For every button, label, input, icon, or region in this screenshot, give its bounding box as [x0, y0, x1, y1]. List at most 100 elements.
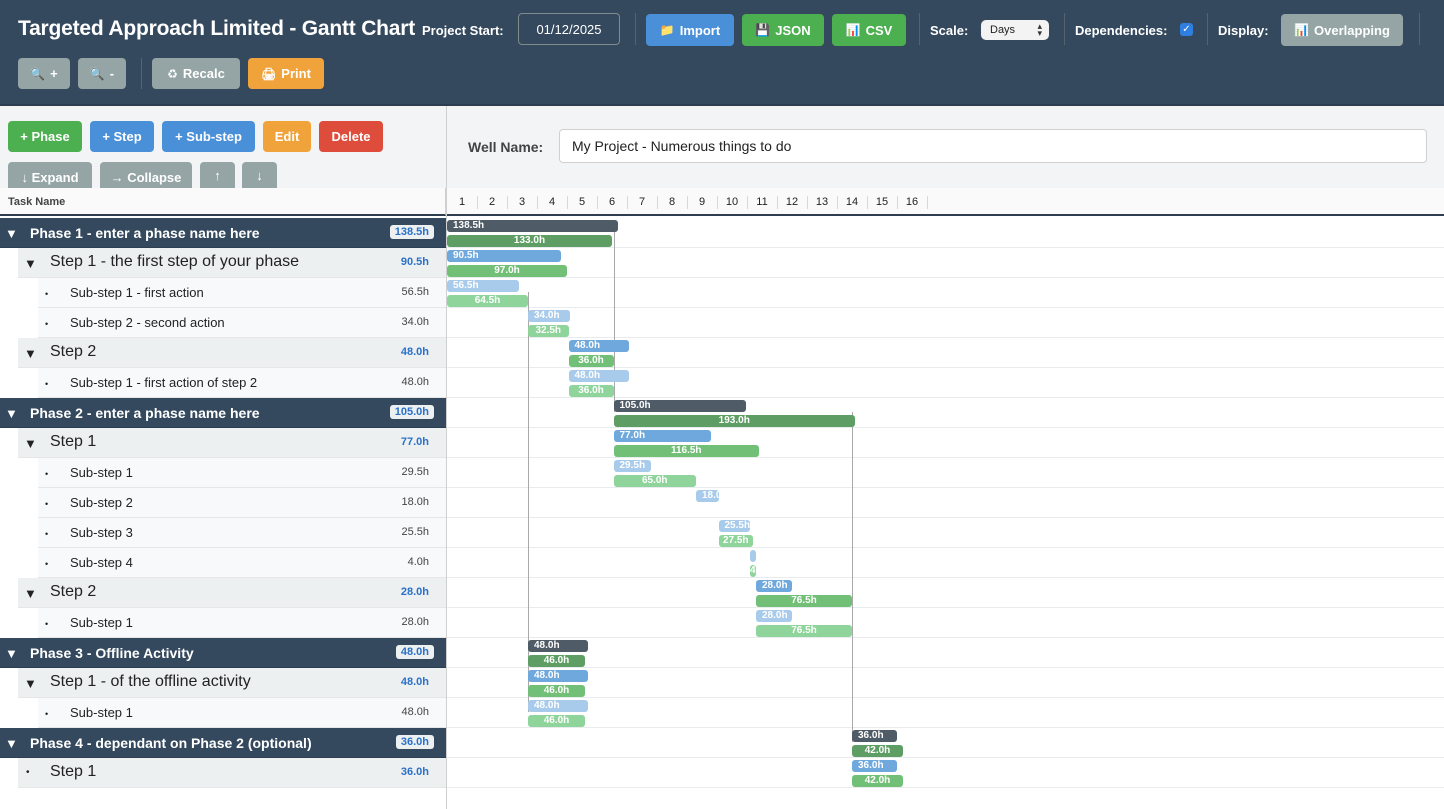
- planned-bar[interactable]: 29.5h: [613, 460, 651, 472]
- actual-bar[interactable]: 46.0h: [528, 715, 585, 727]
- actual-bar[interactable]: 36.0h: [568, 355, 614, 367]
- collapse-toggle-icon[interactable]: ▼: [5, 406, 18, 421]
- delete-button[interactable]: Delete: [319, 121, 383, 152]
- step-row[interactable]: ▼ Step 1 - of the offline activity 48.0h: [18, 668, 446, 698]
- actual-bar[interactable]: 42.0h: [852, 745, 903, 757]
- actual-bar[interactable]: 32.5h: [528, 325, 569, 337]
- actual-bar[interactable]: 193.0h: [613, 415, 855, 427]
- app-title: Targeted Approach Limited - Gantt Chart: [18, 17, 416, 40]
- step-row[interactable]: ▼ Step 2 48.0h: [18, 338, 446, 368]
- json-button[interactable]: 💾 JSON: [742, 14, 824, 46]
- actual-bar[interactable]: 133.0h: [447, 235, 612, 247]
- actual-bar[interactable]: 46.0h: [528, 685, 585, 697]
- add-step-button[interactable]: + Step: [90, 121, 154, 152]
- collapse-toggle-icon[interactable]: ▼: [24, 256, 37, 271]
- day-tick: 6: [608, 196, 616, 208]
- bullet-icon: •: [45, 319, 49, 329]
- phase-row[interactable]: ▼ Phase 1 - enter a phase name here 138.5h: [0, 218, 446, 248]
- planned-bar[interactable]: 48.0h: [528, 640, 588, 652]
- actual-bar[interactable]: 76.5h: [756, 625, 852, 637]
- planned-bar[interactable]: 77.0h: [613, 430, 711, 442]
- planned-bar[interactable]: 4.0h: [750, 550, 756, 562]
- substep-row[interactable]: • Sub-step 2 - second action 34.0h: [38, 308, 446, 338]
- recalc-button[interactable]: ♻ Recalc: [152, 58, 240, 89]
- planned-bar[interactable]: 90.5h: [447, 250, 561, 262]
- substep-row[interactable]: • Sub-step 3 25.5h: [38, 518, 446, 548]
- expand-button[interactable]: ↓ Expand: [8, 162, 92, 188]
- substep-row[interactable]: • Sub-step 4 4.0h: [38, 548, 446, 578]
- edit-button[interactable]: Edit: [263, 121, 311, 152]
- actual-bar[interactable]: 116.5h: [613, 445, 759, 457]
- csv-button[interactable]: 📊 CSV: [832, 14, 906, 46]
- header-divider: [141, 58, 142, 89]
- actual-bar[interactable]: 64.5h: [447, 295, 528, 307]
- planned-bar[interactable]: 48.0h: [528, 670, 588, 682]
- substep-row[interactable]: • Sub-step 1 - first action of step 2 48.0…: [38, 368, 446, 398]
- task-hours: 34.0h: [401, 316, 429, 328]
- scale-select[interactable]: Days ▴ ▾: [981, 20, 1049, 40]
- add-phase-button[interactable]: + Phase: [8, 121, 82, 152]
- collapse-toggle-icon[interactable]: ▼: [5, 226, 18, 241]
- planned-bar[interactable]: 48.0h: [568, 340, 629, 352]
- actual-bar[interactable]: 76.5h: [756, 595, 852, 607]
- actual-bar[interactable]: 97.0h: [447, 265, 567, 277]
- collapse-toggle-icon[interactable]: ▼: [24, 676, 37, 691]
- dependencies-checkbox[interactable]: ✓: [1180, 23, 1193, 36]
- phase-row[interactable]: ▼ Phase 3 - Offline Activity 48.0h: [0, 638, 446, 668]
- planned-bar[interactable]: 25.5h: [718, 520, 750, 532]
- planned-bar[interactable]: 28.0h: [756, 610, 792, 622]
- collapse-button[interactable]: → Collapse: [100, 162, 192, 188]
- task-hours: 28.0h: [401, 616, 429, 628]
- day-tick: 9: [698, 196, 706, 208]
- pane-divider[interactable]: [446, 106, 447, 809]
- substep-row[interactable]: • Sub-step 1 29.5h: [38, 458, 446, 488]
- step-row[interactable]: • Step 1 36.0h: [18, 758, 446, 788]
- collapse-toggle-icon[interactable]: ▼: [5, 646, 18, 661]
- planned-bar[interactable]: 28.0h: [756, 580, 792, 592]
- move-up-button[interactable]: ↑: [200, 162, 235, 188]
- substep-row[interactable]: • Sub-step 1 48.0h: [38, 698, 446, 728]
- actual-bar[interactable]: 27.5h: [718, 535, 753, 547]
- project-start-input[interactable]: 01/12/2025: [518, 13, 620, 45]
- app-header: Targeted Approach Limited - Gantt Chart …: [0, 0, 1444, 106]
- task-hours: 48.0h: [395, 645, 434, 659]
- zoom-in-button[interactable]: 🔍 +: [18, 58, 70, 89]
- planned-bar[interactable]: 36.0h: [852, 760, 897, 772]
- step-row[interactable]: ▼ Step 2 28.0h: [18, 578, 446, 608]
- task-name: Phase 1 - enter a phase name here: [30, 225, 260, 241]
- actual-bar[interactable]: 4.0h: [750, 565, 756, 577]
- planned-bar[interactable]: 34.0h: [528, 310, 570, 322]
- planned-bar[interactable]: 48.0h: [528, 700, 588, 712]
- print-button[interactable]: 🖨 Print: [248, 58, 324, 89]
- collapse-toggle-icon[interactable]: ▼: [24, 346, 37, 361]
- planned-bar[interactable]: 105.0h: [613, 400, 746, 412]
- substep-row[interactable]: • Sub-step 1 - first action 56.5h: [38, 278, 446, 308]
- actual-bar[interactable]: 42.0h: [852, 775, 903, 787]
- step-row[interactable]: ▼ Step 1 77.0h: [18, 428, 446, 458]
- header-divider: [635, 13, 636, 45]
- import-button[interactable]: 📁 Import: [646, 14, 734, 46]
- planned-bar[interactable]: 36.0h: [852, 730, 897, 742]
- add-substep-button[interactable]: + Sub-step: [162, 121, 255, 152]
- collapse-toggle-icon[interactable]: ▼: [5, 736, 18, 751]
- substep-row[interactable]: • Sub-step 2 18.0h: [38, 488, 446, 518]
- actual-bar[interactable]: 46.0h: [528, 655, 585, 667]
- display-mode-button[interactable]: 📊 Overlapping: [1281, 14, 1403, 46]
- actual-bar[interactable]: 65.0h: [613, 475, 696, 487]
- planned-bar[interactable]: 56.5h: [447, 280, 519, 292]
- planned-bar[interactable]: 138.5h: [447, 220, 618, 232]
- task-hours: 48.0h: [400, 676, 429, 688]
- planned-bar[interactable]: 48.0h: [568, 370, 629, 382]
- well-name-input[interactable]: My Project - Numerous things to do: [559, 129, 1427, 163]
- phase-row[interactable]: ▼ Phase 2 - enter a phase name here 105.0h: [0, 398, 446, 428]
- bullet-icon: •: [45, 619, 49, 629]
- actual-bar[interactable]: 36.0h: [568, 385, 614, 397]
- collapse-toggle-icon[interactable]: ▼: [24, 436, 37, 451]
- zoom-out-button[interactable]: 🔍 -: [78, 58, 126, 89]
- move-down-button[interactable]: ↓: [242, 162, 277, 188]
- phase-row[interactable]: ▼ Phase 4 - dependant on Phase 2 (optiona…: [0, 728, 446, 758]
- step-row[interactable]: ▼ Step 1 - the first step of your phase 90…: [18, 248, 446, 278]
- collapse-toggle-icon[interactable]: ▼: [24, 586, 37, 601]
- substep-row[interactable]: • Sub-step 1 28.0h: [38, 608, 446, 638]
- planned-bar[interactable]: 18.0h: [696, 490, 719, 502]
